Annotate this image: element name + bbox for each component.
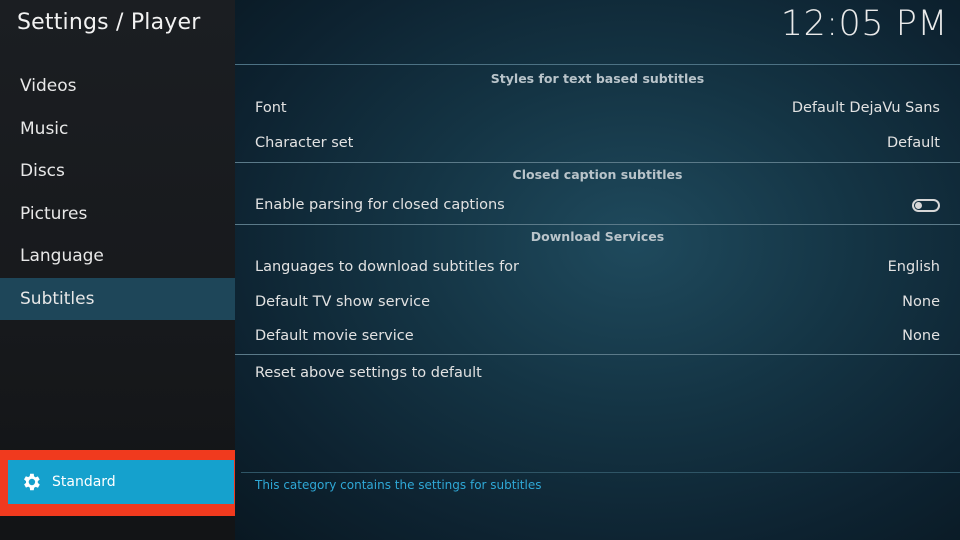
setting-row-closed-captions[interactable]: Enable parsing for closed captions [255,188,940,222]
sidebar-item-pictures[interactable]: Pictures [0,193,235,236]
divider [235,64,960,65]
setting-row-character-set[interactable]: Character set Default [255,126,940,160]
setting-label: Enable parsing for closed captions [255,197,505,213]
section-header-closed-captions: Closed caption subtitles [512,167,683,182]
sidebar: Settings / Player Videos Music Discs Pic… [0,0,245,540]
clock: 12:05 PM [780,4,948,44]
sidebar-item-subtitles[interactable]: Subtitles [0,277,235,320]
setting-row-font[interactable]: Font Default DejaVu Sans [255,91,940,125]
setting-label: Font [255,100,287,116]
sidebar-item-music[interactable]: Music [0,108,235,151]
sidebar-item-discs[interactable]: Discs [0,150,235,193]
setting-label: Languages to download subtitles for [255,259,520,275]
divider [235,162,960,163]
category-nav: Videos Music Discs Pictures Language Sub… [0,65,235,320]
setting-row-movie-service[interactable]: Default movie service None [255,319,940,353]
settings-level-label: Standard [52,474,116,490]
divider [235,224,960,225]
setting-value: None [902,294,940,310]
divider [241,472,960,473]
setting-value: Default [887,135,940,151]
setting-label: Default movie service [255,328,414,344]
page-title: Settings / Player [17,10,201,35]
setting-row-download-languages[interactable]: Languages to download subtitles for Engl… [255,250,940,284]
section-header-text-subtitles: Styles for text based subtitles [490,71,705,86]
kodi-settings-window: Settings / Player Videos Music Discs Pic… [0,0,960,540]
sidebar-item-videos[interactable]: Videos [0,65,235,108]
setting-value: None [902,328,940,344]
section-header-download-services: Download Services [530,229,665,244]
settings-level-button[interactable]: Standard [8,460,234,504]
setting-label: Character set [255,135,354,151]
setting-label: Default TV show service [255,294,430,310]
sidebar-item-language[interactable]: Language [0,235,235,278]
category-description: This category contains the settings for … [255,478,542,492]
divider [235,354,960,355]
toggle-switch[interactable] [912,198,940,212]
setting-row-tv-service[interactable]: Default TV show service None [255,285,940,319]
gear-icon [24,473,40,491]
settings-panel: 12:05 PM Styles for text based subtitles… [235,0,960,540]
reset-settings-button[interactable]: Reset above settings to default [255,356,940,390]
setting-value: Default DejaVu Sans [791,100,940,116]
setting-value: English [887,259,940,275]
reset-label: Reset above settings to default [255,365,482,381]
